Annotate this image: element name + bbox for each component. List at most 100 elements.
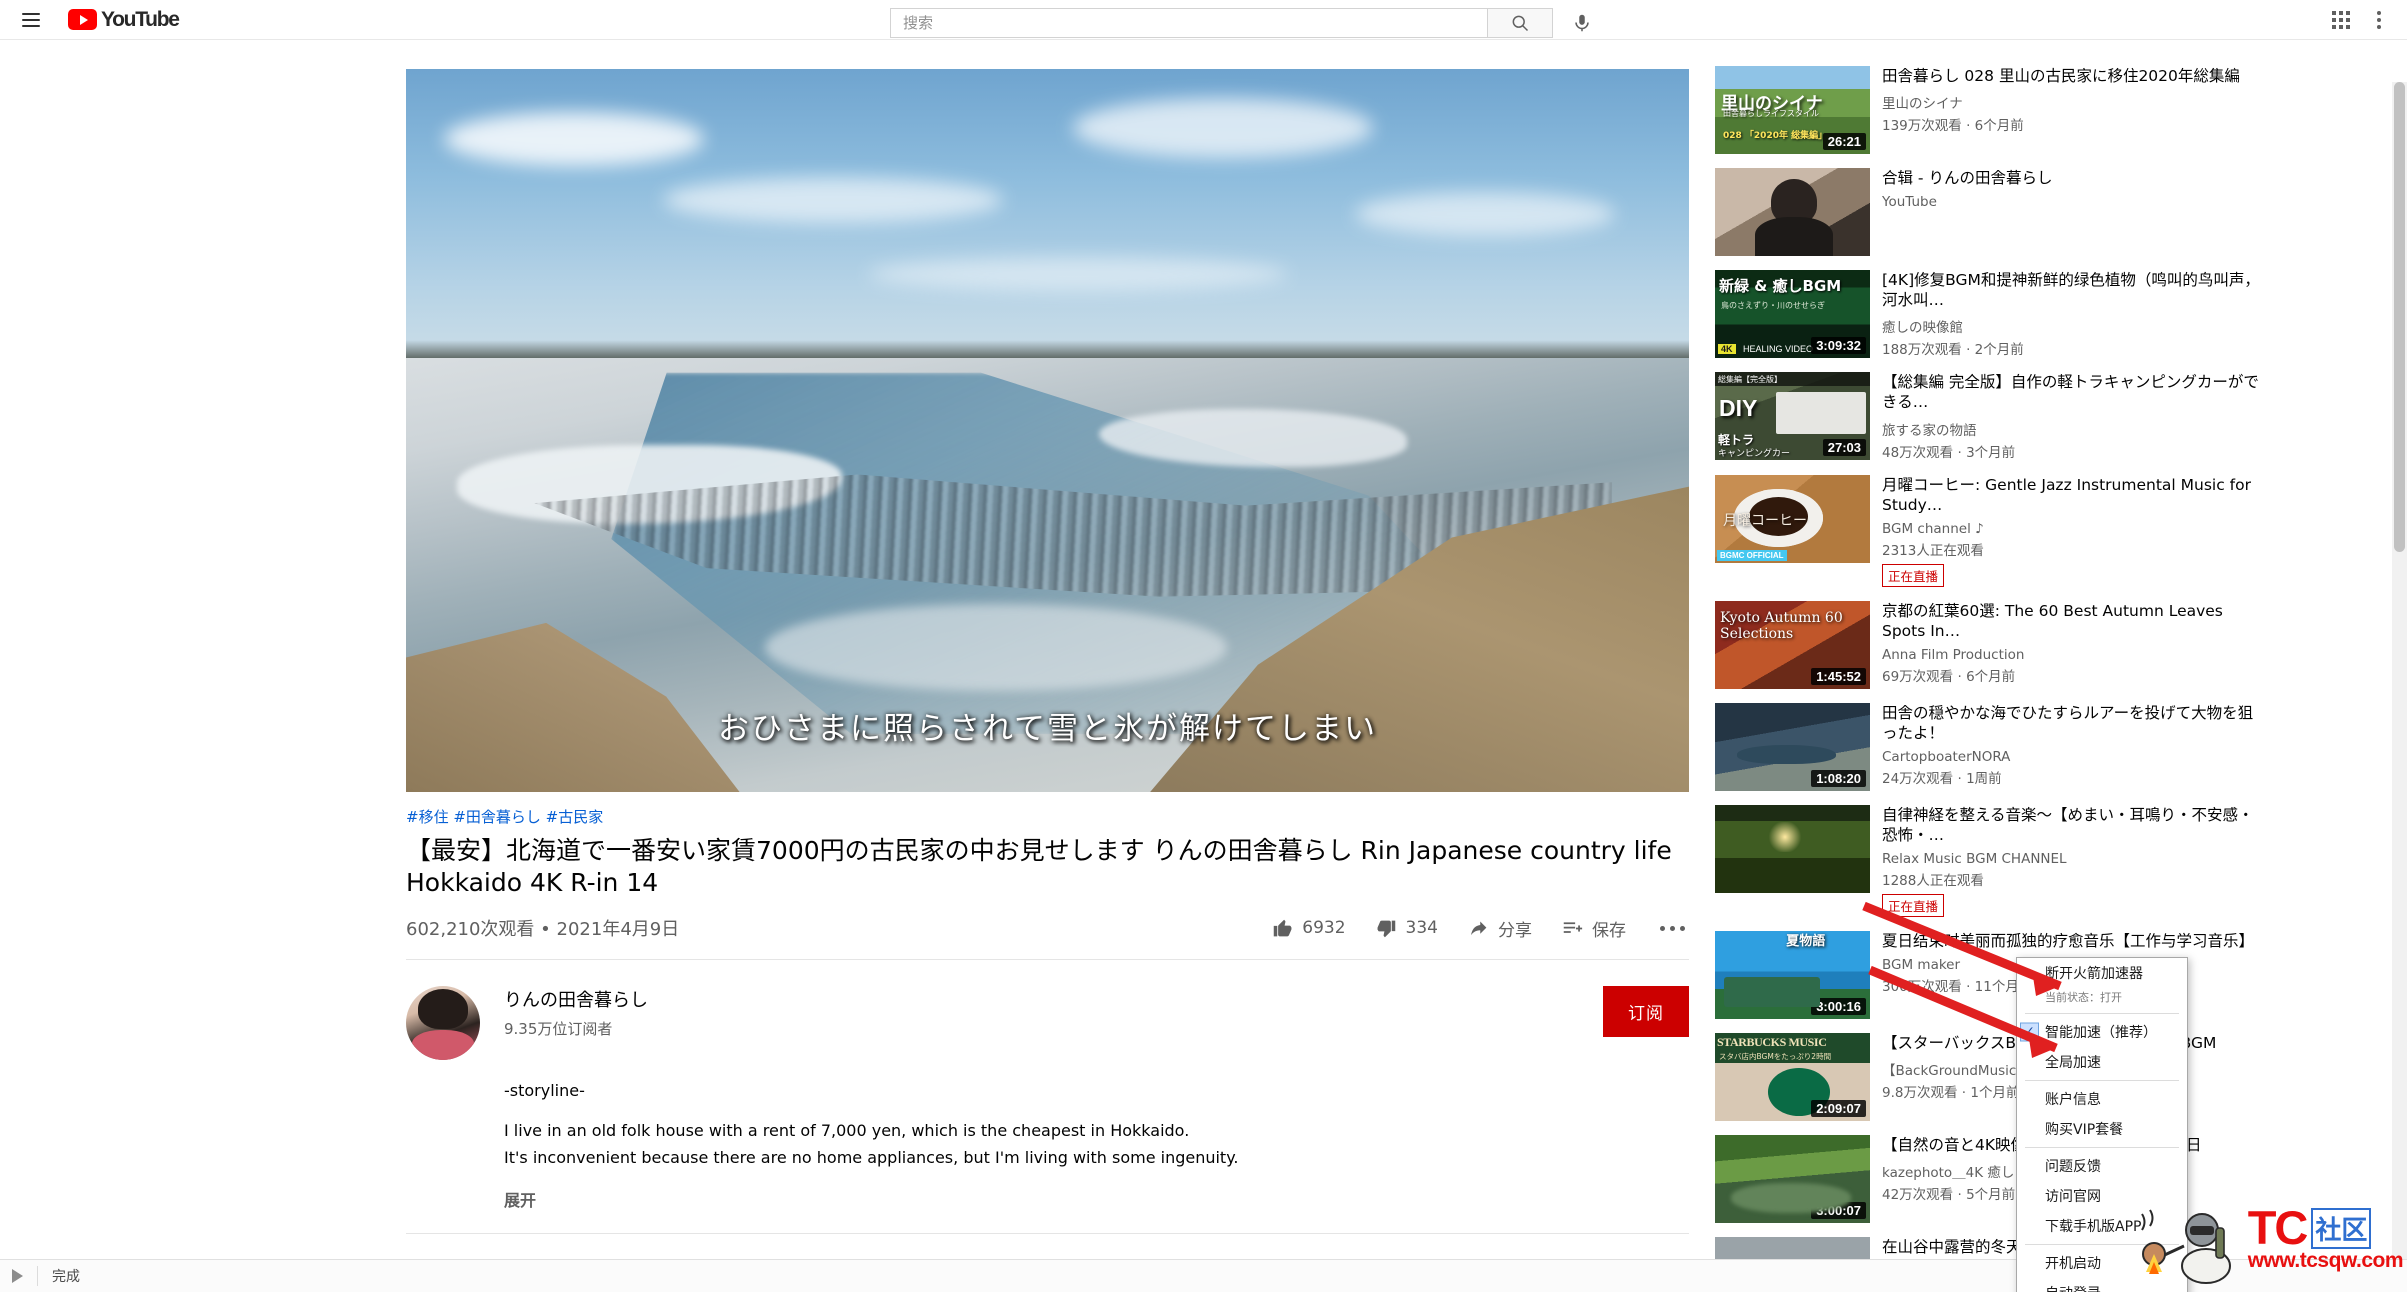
like-button[interactable]: 6932 <box>1272 918 1346 939</box>
primary-column: おひさまに照らされて雪と氷が解けてしまい #移住 #田舎暮らし #古民家 【最安… <box>406 69 1689 1292</box>
status-text: 完成 <box>52 1269 80 1285</box>
video-views: 188万次观看 · 2个月前 <box>1882 342 2024 359</box>
related-video-item[interactable]: 総集編【完全版】 DIY 軽トラ キャンピングカー 27:03 【総集編 完全版… <box>1715 372 2260 461</box>
watermark-url: www.tcsqw.com <box>2247 1248 2404 1272</box>
subscribe-button[interactable]: 订阅 <box>1603 986 1689 1037</box>
description-show-more-button[interactable]: 展开 <box>504 1187 1689 1211</box>
search-input[interactable] <box>903 14 1487 32</box>
more-vertical-icon[interactable] <box>2363 2 2395 38</box>
video-title: 夏日结束时美丽而孤独的疗愈音乐【工作与学习音乐】 <box>1882 932 2255 951</box>
ctx-item-global-accel[interactable]: 全局加速 <box>2017 1047 2187 1077</box>
video-meta-row: 602,210次观看 • 2021年4月9日 6932 334 分享 保存 <box>406 915 1689 941</box>
video-channel[interactable]: CartopboaterNORA <box>1882 749 2260 765</box>
video-channel[interactable]: BGM channel ♪ <box>1882 521 2260 537</box>
youtube-wordmark: YouTube <box>101 7 180 31</box>
age-text: 5个月前 <box>1966 1187 2016 1204</box>
views-text: 24万次观看 <box>1882 771 1954 788</box>
dislike-count: 334 <box>1405 918 1438 938</box>
thumb-text: 新緑 & 癒しBGM <box>1719 277 1842 296</box>
divider <box>406 1233 1689 1235</box>
ctx-item-account-info[interactable]: 账户信息 <box>2017 1084 2187 1114</box>
ctx-item-feedback[interactable]: 问题反馈 <box>2017 1151 2187 1181</box>
video-channel[interactable]: Anna Film Production <box>1882 647 2260 663</box>
share-arrow-icon <box>1471 921 1487 935</box>
related-video-item[interactable]: Kyoto Autumn 60 Selections 1:45:52 京都の紅葉… <box>1715 600 2260 689</box>
related-video-item[interactable]: 月曜コーヒー BGMC OFFICIAL 月曜コーヒー: Gentle Jazz… <box>1715 474 2260 587</box>
video-title: 【最安】北海道で一番安い家賃7000円の古民家の中お見せします りんの田舎暮らし… <box>406 836 1672 897</box>
video-duration: 27:03 <box>1822 439 1866 457</box>
hamburger-menu-icon[interactable] <box>14 7 48 33</box>
related-video-item[interactable]: 自律神経を整える音楽～【めまい・耳鳴り・不安感・恐怖・… Relax Music… <box>1715 804 2260 918</box>
video-views: 1288人正在观看 <box>1882 873 1984 890</box>
video-thumbnail: STARBUCKS MUSIC スタバ店内BGMをたっぷり2時間 2:09:07 <box>1715 1033 1870 1122</box>
hamburger-bar <box>22 18 40 21</box>
search-button[interactable] <box>1487 8 1553 38</box>
watermark: TC 社区 www.tcsqw.com <box>2128 1192 2404 1288</box>
scrollbar-thumb[interactable] <box>2394 82 2405 552</box>
channel-avatar[interactable] <box>406 986 480 1060</box>
video-text: 【総集編 完全版】自作の軽トラキャンピングカーができる… 旅する家の物語 48万… <box>1882 372 2260 460</box>
video-title: 田舎の穏やかな海でひたすらルアーを投げて大物を狙ったよ！ <box>1882 703 2254 742</box>
status-divider <box>37 1266 38 1286</box>
save-button[interactable]: 保存 <box>1562 916 1626 941</box>
video-channel[interactable]: 旅する家の物語 <box>1882 419 2260 439</box>
video-channel[interactable]: Relax Music BGM CHANNEL <box>1882 851 2260 867</box>
more-actions-icon[interactable] <box>1656 922 1689 935</box>
video-views: 24万次观看 · 1周前 <box>1882 771 2002 788</box>
thumb-text: HEALING VIDEO <box>1743 344 1814 354</box>
video-views: 69万次观看 · 6个月前 <box>1882 669 2016 686</box>
related-video-item[interactable]: 里山のシイナ 田舎暮らしライフスタイル 028 「2020年 総集編」 26:2… <box>1715 66 2260 154</box>
video-hashtags[interactable]: #移住 #田舎暮らし #古民家 <box>406 806 1689 827</box>
video-title: 京都の紅葉60選: The 60 Best Autumn Leaves Spot… <box>1882 601 2223 640</box>
ctx-item-buy-vip[interactable]: 购买VIP套餐 <box>2017 1114 2187 1144</box>
save-playlist-icon <box>1563 921 1583 933</box>
video-thumbnail: ((▶)) <box>1715 168 1870 256</box>
video-title: 自律神経を整える音楽～【めまい・耳鳴り・不安感・恐怖・… <box>1882 805 2254 844</box>
voice-search-button[interactable] <box>1563 4 1601 42</box>
masthead: YouTube <box>0 0 2407 40</box>
description-line: -storyline- <box>504 1081 585 1100</box>
video-thumbnail: 新緑 & 癒しBGM 鳥のさえずり・川のせせらぎ 4K HEALING VIDE… <box>1715 270 1870 358</box>
cloud <box>1073 97 1374 158</box>
views-text: 69万次观看 <box>1882 669 1954 686</box>
apps-grid-icon[interactable] <box>2323 2 2359 38</box>
dislike-button[interactable]: 334 <box>1376 918 1438 939</box>
save-label: 保存 <box>1592 920 1626 941</box>
video-channel[interactable]: YouTube <box>1882 194 2260 210</box>
age-text: 1周前 <box>1966 771 2002 788</box>
related-video-item[interactable]: 新緑 & 癒しBGM 鳥のさえずり・川のせせらぎ 4K HEALING VIDE… <box>1715 270 2260 358</box>
related-video-item[interactable]: 1:08:20 田舎の穏やかな海でひたすらルアーを投げて大物を狙ったよ！ Car… <box>1715 702 2260 791</box>
video-thumbnail: 1:08:20 <box>1715 702 1870 791</box>
youtube-logo[interactable]: YouTube <box>68 7 180 32</box>
video-channel[interactable]: 癒しの映像館 <box>1882 316 2260 336</box>
video-thumbnail: 月曜コーヒー BGMC OFFICIAL <box>1715 474 1870 563</box>
page-scrollbar[interactable] <box>2392 82 2407 1292</box>
youtube-play-icon <box>68 9 97 30</box>
ctx-item-smart-accel[interactable]: ✓ 智能加速（推荐） <box>2017 1017 2187 1047</box>
hamburger-bar <box>22 12 40 15</box>
ctx-separator <box>2025 1147 2179 1148</box>
search-box[interactable] <box>890 8 1487 38</box>
age-text: 1个月前 <box>1970 1085 2020 1102</box>
video-duration: 26:21 <box>1822 133 1866 150</box>
thumb-text: スタバ店内BGMをたっぷり2時間 <box>1719 1051 1832 1061</box>
video-player[interactable]: おひさまに照らされて雪と氷が解けてしまい <box>406 69 1689 792</box>
thumb-4k-badge: 4K <box>1718 344 1736 354</box>
hamburger-bar <box>22 24 40 27</box>
masthead-right-icons <box>2323 2 2395 38</box>
video-title: 【総集編 完全版】自作の軽トラキャンピングカーができる… <box>1882 373 2259 412</box>
ctx-label: 智能加速（推荐） <box>2045 1025 2157 1041</box>
video-channel[interactable]: 里山のシイナ <box>1882 92 2260 112</box>
video-caption: おひさまに照らされて雪と氷が解けてしまい <box>717 711 1378 747</box>
thumbs-up-icon <box>1274 919 1292 936</box>
video-text: 合辑 - りんの田舎暮らし YouTube <box>1882 168 2260 256</box>
video-text: [4K]修复BGM和提神新鲜的绿色植物（鸣叫的鸟叫声，河水叫… 癒しの映像館 1… <box>1882 270 2260 358</box>
share-button[interactable]: 分享 <box>1468 916 1532 941</box>
ctx-item-disconnect[interactable]: 断开火箭加速器 <box>2017 958 2187 988</box>
related-video-item[interactable]: ((▶)) 合辑 - りんの田舎暮らし YouTube <box>1715 168 2260 256</box>
thumb-graphic <box>1776 391 1866 434</box>
views-text: 42万次观看 <box>1882 1187 1954 1204</box>
channel-name[interactable]: りんの田舎暮らし <box>504 986 1603 1012</box>
video-views: 48万次观看 · 3个月前 <box>1882 444 2016 461</box>
cloud <box>867 256 1288 291</box>
